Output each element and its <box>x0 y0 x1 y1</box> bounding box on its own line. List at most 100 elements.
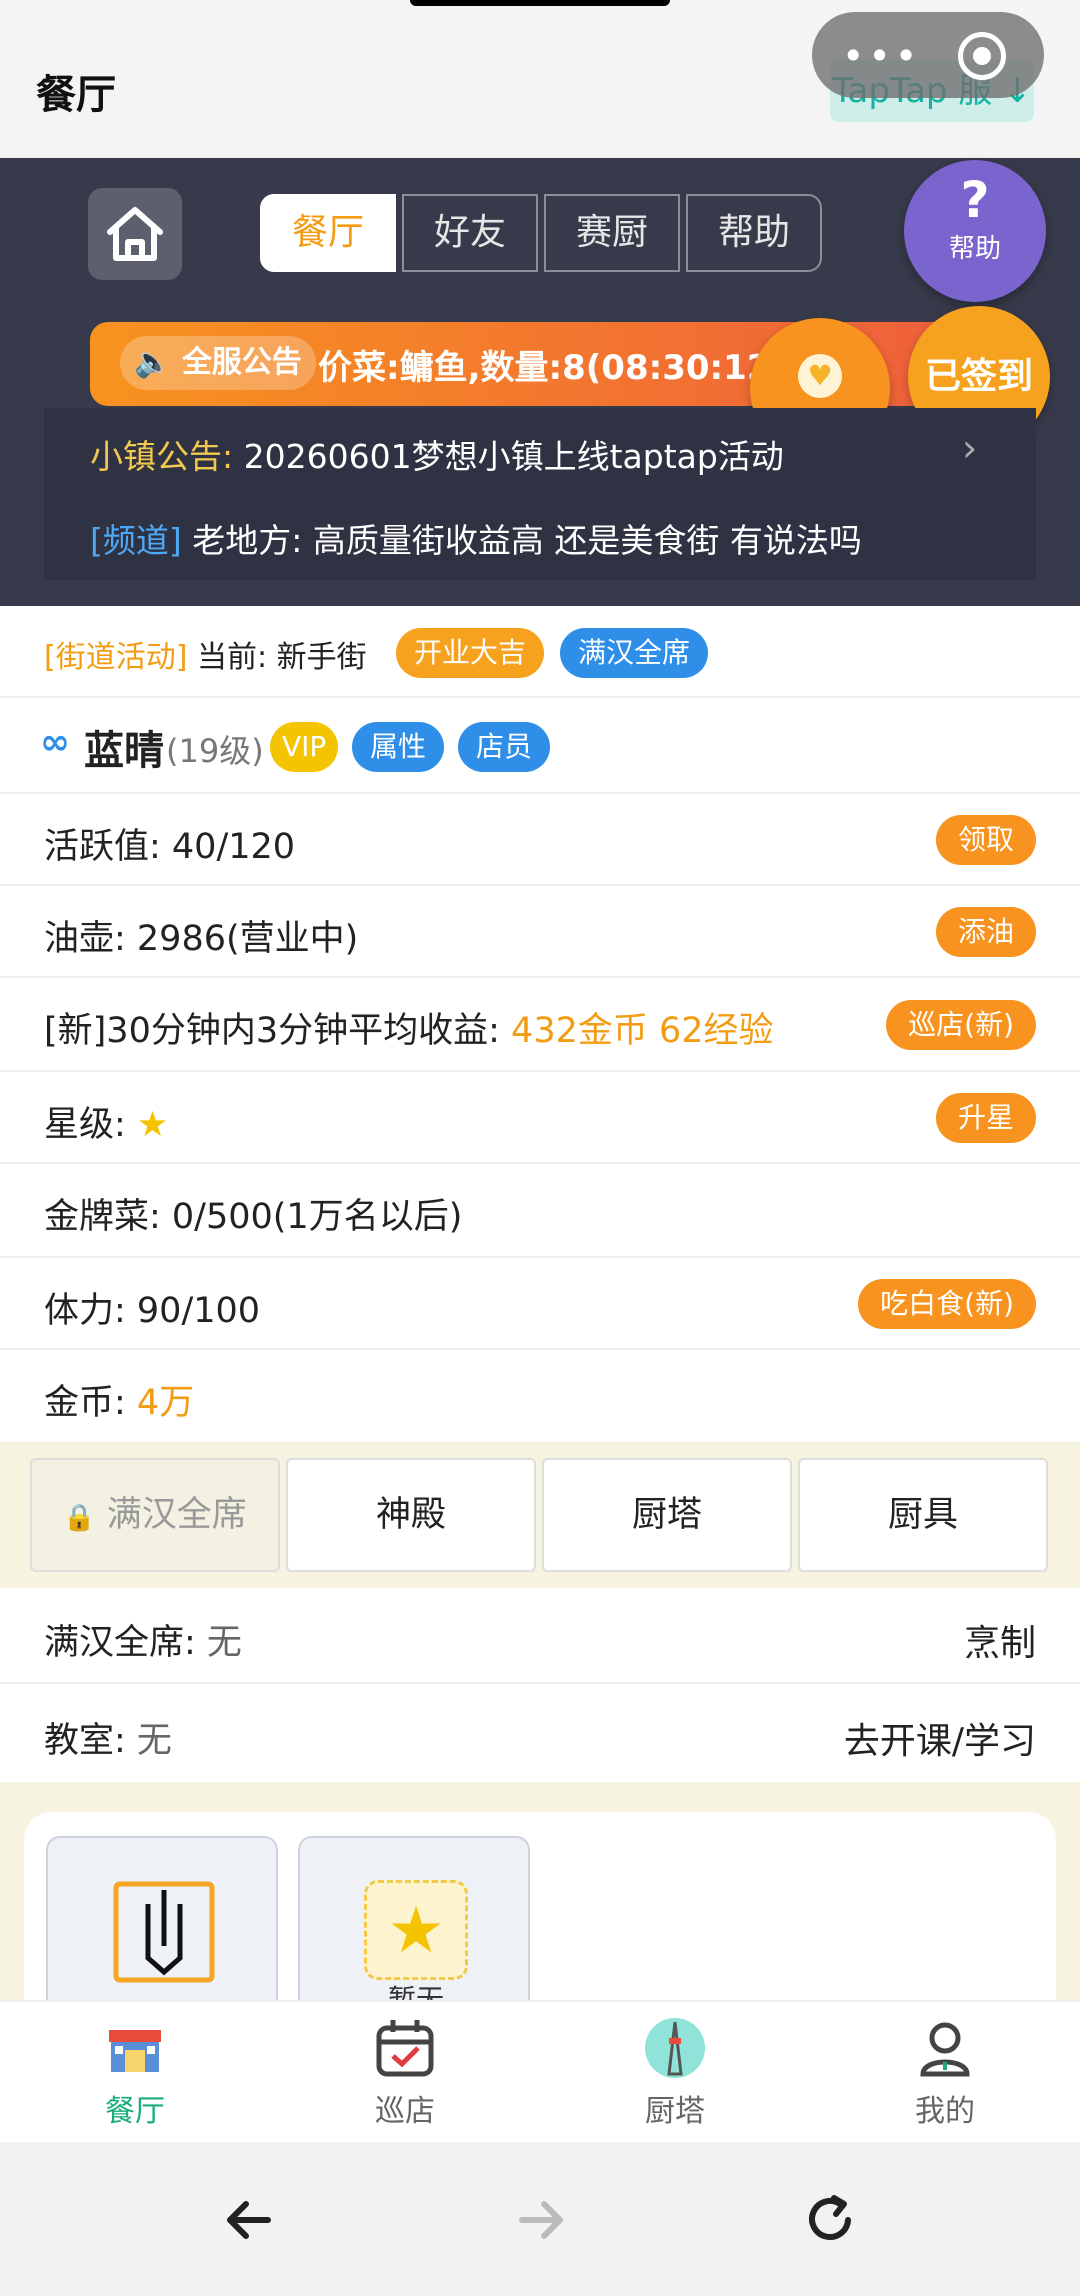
tab-restaurant[interactable]: 餐厅 <box>260 194 396 272</box>
nav-patrol-label: 巡店 <box>375 2094 435 2129</box>
classroom-row: 教室: 无 去开课/学习 <box>0 1684 1080 1782</box>
back-arrow-icon[interactable] <box>220 2190 280 2250</box>
town-notice[interactable]: 小镇公告: 20260601梦想小镇上线taptap活动 <box>90 430 784 478</box>
classroom-label: 教室: <box>44 1721 137 1761</box>
tab-chef-tower[interactable]: 厨塔 <box>542 1458 792 1572</box>
home-icon <box>107 207 163 261</box>
vip-badge[interactable]: VIP <box>270 722 339 772</box>
header-tabs: 餐厅 好友 赛厨 帮助 <box>260 194 828 274</box>
help-fab-label: 帮助 <box>948 234 1001 264</box>
feast-label: 满汉全席: <box>44 1623 207 1663</box>
add-oil-button[interactable]: 添油 <box>935 907 1036 957</box>
tab-feast-label: 满汉全席 <box>106 1495 247 1535</box>
tower-icon <box>645 2018 705 2078</box>
income-label: [新]30分钟内3分钟平均收益: <box>44 1011 512 1051</box>
help-fab[interactable]: ? 帮助 <box>904 160 1046 302</box>
stamina-label: 体力: 90/100 <box>44 1291 261 1331</box>
classroom-button[interactable]: 去开课/学习 <box>844 1712 1036 1764</box>
nav-chef-tower[interactable]: 厨塔 <box>540 2016 810 2130</box>
feast-row: 满汉全席: 无 烹制 <box>0 1588 1080 1684</box>
nav-restaurant-label: 餐厅 <box>105 2094 165 2129</box>
user-icon <box>920 2022 970 2077</box>
street-activity: [街道活动] 当前: 新手街 <box>44 632 367 676</box>
income-text: [新]30分钟内3分钟平均收益: 432金币 62经验 <box>44 1002 774 1053</box>
income-value: 432金币 62经验 <box>511 1011 774 1051</box>
street-activity-key: [街道活动] <box>44 640 188 675</box>
nav-patrol[interactable]: 巡店 <box>270 2016 540 2130</box>
bookmark-icon <box>113 1881 215 1983</box>
nav-mine[interactable]: 我的 <box>810 2016 1080 2130</box>
gold-dish-label: 金牌菜: 0/500(1万名以后) <box>44 1197 463 1237</box>
stamina-row: 体力: 90/100 吃白食(新) <box>0 1258 1080 1350</box>
user-name[interactable]: 蓝晴 <box>84 718 164 776</box>
star-text: 星级: ★ <box>44 1096 168 1147</box>
channel-value: 老地方: 高质量街收益高 还是美食街 有说法吗 <box>192 521 862 560</box>
oil-row: 油壶: 2986(营业中) 添油 <box>0 886 1080 978</box>
staff-button[interactable]: 店员 <box>458 722 551 772</box>
bottom-nav: 餐厅 巡店 厨塔 我的 <box>0 2000 1080 2142</box>
feast-value: 无 <box>206 1623 242 1663</box>
question-icon: ? <box>960 171 990 229</box>
notice-box: 小镇公告: 20260601梦想小镇上线taptap活动 › [频道] 老地方:… <box>44 408 1036 580</box>
notch <box>410 0 670 6</box>
lock-icon: 🔒 <box>63 1503 96 1533</box>
star-label: 星级: <box>44 1105 137 1145</box>
refresh-icon[interactable] <box>800 2190 860 2250</box>
coins-value: 4万 <box>136 1383 195 1423</box>
user-row: ∞ 蓝晴 (19级) VIP 属性 店员 <box>0 698 1080 794</box>
tag-opening[interactable]: 开业大吉 <box>396 628 545 678</box>
nav-chef-tower-label: 厨塔 <box>645 2094 705 2129</box>
feast-text: 满汉全席: 无 <box>44 1614 242 1665</box>
home-button[interactable] <box>88 188 182 280</box>
calendar-check-icon <box>376 2020 434 2077</box>
star-row: 星级: ★ 升星 <box>0 1072 1080 1164</box>
user-level: (19级) <box>166 732 264 770</box>
classroom-text: 教室: 无 <box>44 1712 172 1763</box>
infinity-icon: ∞ <box>40 722 70 763</box>
close-target-icon[interactable] <box>958 32 1006 80</box>
more-dots-icon[interactable]: ••• <box>842 34 921 78</box>
speaker-icon: 🔈 <box>134 345 172 380</box>
page-title: 餐厅 <box>36 72 116 118</box>
gold-dish-row: 金牌菜: 0/500(1万名以后) <box>0 1164 1080 1258</box>
coins-row: 金币: 4万 <box>0 1350 1080 1442</box>
heart-icon: ♥ <box>798 354 842 398</box>
street-activity-row: [街道活动] 当前: 新手街 开业大吉 满汉全席 <box>0 606 1080 698</box>
coins-label: 金币: <box>44 1383 137 1423</box>
activity-label: 活跃值: 40/120 <box>44 827 296 867</box>
classroom-value: 无 <box>136 1721 172 1761</box>
tab-contest[interactable]: 赛厨 <box>544 194 680 272</box>
upgrade-star-button[interactable]: 升星 <box>935 1093 1036 1143</box>
restaurant-icon <box>109 2030 161 2072</box>
announcement-badge-label: 全服公告 <box>181 345 302 380</box>
browser-nav-bar <box>0 2142 1080 2296</box>
nav-restaurant[interactable]: 餐厅 <box>0 2016 270 2130</box>
tab-friends[interactable]: 好友 <box>402 194 538 272</box>
announcement-text: 价菜:鳙鱼,数量:8(08:30:12) <box>318 348 786 388</box>
star-placeholder-icon: ★ <box>364 1880 468 1980</box>
miniprogram-capsule[interactable]: ••• <box>812 12 1044 98</box>
cook-button[interactable]: 烹制 <box>964 1614 1036 1666</box>
street-current: 当前: 新手街 <box>196 640 367 675</box>
activity-row: 活跃值: 40/120 领取 <box>0 794 1080 886</box>
star-icon: ★ <box>136 1105 169 1145</box>
forward-arrow-icon[interactable] <box>510 2190 570 2250</box>
patrol-button[interactable]: 巡店(新) <box>886 1000 1036 1050</box>
channel-message[interactable]: [频道] 老地方: 高质量街收益高 还是美食街 有说法吗 <box>90 514 862 562</box>
income-row: [新]30分钟内3分钟平均收益: 432金币 62经验 巡店(新) <box>0 978 1080 1072</box>
tab-kitchenware[interactable]: 厨具 <box>798 1458 1048 1572</box>
attributes-button[interactable]: 属性 <box>352 722 445 772</box>
tab-help[interactable]: 帮助 <box>686 194 822 272</box>
tag-feast[interactable]: 满汉全席 <box>560 628 709 678</box>
town-notice-value: 20260601梦想小镇上线taptap活动 <box>243 437 784 476</box>
coins-text: 金币: 4万 <box>44 1374 194 1425</box>
tab-temple[interactable]: 神殿 <box>286 1458 536 1572</box>
free-meal-button[interactable]: 吃白食(新) <box>858 1279 1036 1329</box>
announcement-badge: 🔈 全服公告 <box>120 336 316 390</box>
chevron-right-icon[interactable]: › <box>962 426 977 470</box>
town-notice-key: 小镇公告: <box>90 437 234 476</box>
claim-button[interactable]: 领取 <box>935 815 1036 865</box>
tab-feast[interactable]: 🔒 满汉全席 <box>30 1458 280 1572</box>
nav-mine-label: 我的 <box>915 2094 975 2129</box>
section-tabs: 🔒 满汉全席 神殿 厨塔 厨具 <box>0 1442 1080 1588</box>
